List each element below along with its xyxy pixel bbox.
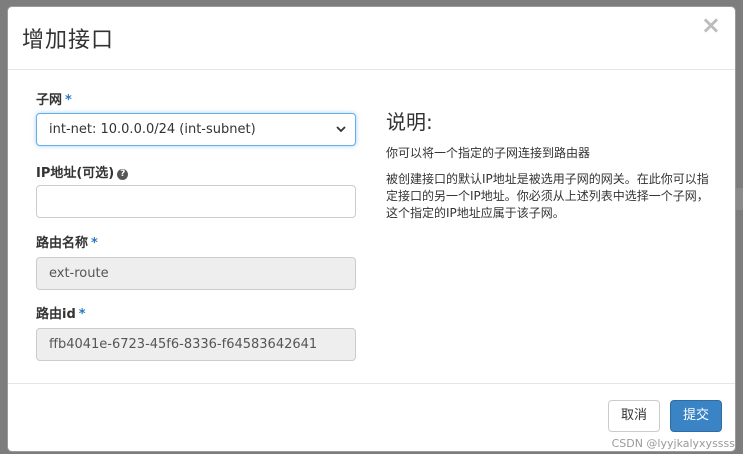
ip-address-label: IP地址(可选)? [36, 162, 129, 181]
ip-address-label-text: IP地址(可选) [36, 166, 115, 181]
chevron-down-icon [335, 114, 347, 157]
router-name-field: ext-route [36, 257, 356, 290]
required-asterisk: * [78, 307, 86, 322]
router-id-label-text: 路由id [36, 307, 76, 322]
ip-address-input[interactable] [36, 185, 356, 218]
submit-button[interactable]: 提交 [670, 400, 722, 432]
description-title: 说明: [386, 110, 433, 134]
subnet-label: 子网 * [36, 89, 72, 108]
close-icon[interactable]: × [701, 13, 721, 37]
dialog-body: 子网 * int-net: 10.0.0.0/24 (int-subnet) IP… [8, 70, 735, 383]
subnet-label-text: 子网 [36, 93, 63, 108]
add-interface-dialog: 增加接口 × 子网 * int-net: 10.0.0.0/24 (int-sub… [7, 6, 736, 452]
description-paragraph-1: 你可以将一个指定的子网连接到路由器 [386, 146, 591, 160]
required-asterisk: * [91, 236, 98, 251]
description-paragraph-2: 被创建接口的默认IP地址是被选用子网的网关。在此你可以指定接口的另一个IP地址。… [386, 172, 709, 220]
dialog-title: 增加接口 [22, 28, 115, 53]
dialog-header: 增加接口 × [8, 7, 735, 70]
subnet-select[interactable]: int-net: 10.0.0.0/24 (int-subnet) [36, 113, 356, 146]
router-name-label-text: 路由名称 [36, 236, 89, 251]
question-circle-icon[interactable]: ? [117, 169, 129, 180]
required-asterisk: * [65, 93, 72, 108]
router-id-label: 路由id * [36, 303, 86, 322]
subnet-select-value: int-net: 10.0.0.0/24 (int-subnet) [49, 122, 256, 137]
router-name-label: 路由名称 * [36, 232, 98, 251]
cancel-button[interactable]: 取消 [608, 400, 660, 432]
watermark: CSDN @lyyjkalyxyssss [611, 437, 735, 450]
router-id-field: ffb4041e-6723-45f6-8336-f64583642641 [36, 328, 356, 361]
